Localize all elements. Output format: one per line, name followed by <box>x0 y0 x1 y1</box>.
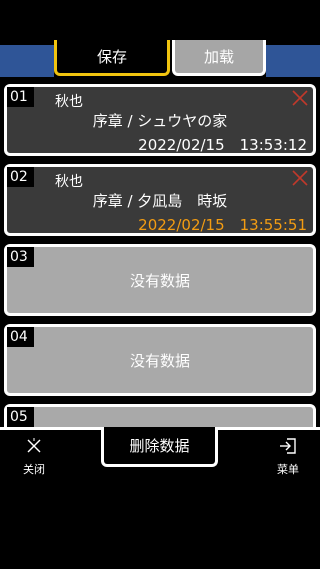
slot-character-name: 秋也 <box>55 174 83 190</box>
save-slot-04[interactable]: 04 没有数据 <box>4 324 316 396</box>
delete-x-icon[interactable] <box>291 89 309 107</box>
close-label: 关闭 <box>23 463 45 476</box>
menu-button[interactable]: 菜单 <box>263 437 313 477</box>
save-slot-03[interactable]: 03 没有数据 <box>4 244 316 316</box>
header-band-right <box>266 45 320 77</box>
slot-number: 04 <box>7 327 34 347</box>
tab-save[interactable]: 保存 <box>54 40 170 76</box>
slot-number: 05 <box>7 407 34 427</box>
slot-datetime: 2022/02/15 13:53:12 <box>138 136 307 154</box>
close-icon <box>27 438 41 453</box>
slot-chapter: 序章 / 夕凪島 時坂 <box>92 192 228 210</box>
save-slot-list[interactable]: 01 秋也 序章 / シュウヤの家 2022/02/15 13:53:12 02… <box>0 80 320 427</box>
top-strip <box>0 0 320 45</box>
delete-x-icon[interactable] <box>291 169 309 187</box>
slot-empty-text: 没有数据 <box>129 352 190 370</box>
delete-data-button[interactable]: 删除数据 <box>101 427 218 467</box>
slot-empty-text: 没有数据 <box>129 272 190 290</box>
bottom-bar: 关闭 删除数据 菜单 <box>0 427 320 569</box>
header-band-left <box>0 45 54 77</box>
menu-label: 菜单 <box>277 463 299 476</box>
tab-load-label: 加载 <box>203 48 234 66</box>
tab-save-label: 保存 <box>96 48 127 66</box>
slot-chapter: 序章 / シュウヤの家 <box>92 112 228 130</box>
close-button[interactable]: 关闭 <box>9 437 59 477</box>
save-slot-02[interactable]: 02 秋也 序章 / 夕凪島 時坂 2022/02/15 13:55:51 <box>4 164 316 236</box>
delete-data-label: 删除数据 <box>129 437 190 455</box>
tab-load[interactable]: 加载 <box>172 40 266 76</box>
exit-menu-icon <box>280 438 296 454</box>
slot-number: 03 <box>7 247 34 267</box>
slot-datetime: 2022/02/15 13:55:51 <box>138 216 307 234</box>
save-slot-01[interactable]: 01 秋也 序章 / シュウヤの家 2022/02/15 13:53:12 <box>4 84 316 156</box>
slot-character-name: 秋也 <box>55 94 83 110</box>
save-slot-05[interactable]: 05 <box>4 404 316 427</box>
slot-number: 01 <box>7 87 34 107</box>
slot-number: 02 <box>7 167 34 187</box>
